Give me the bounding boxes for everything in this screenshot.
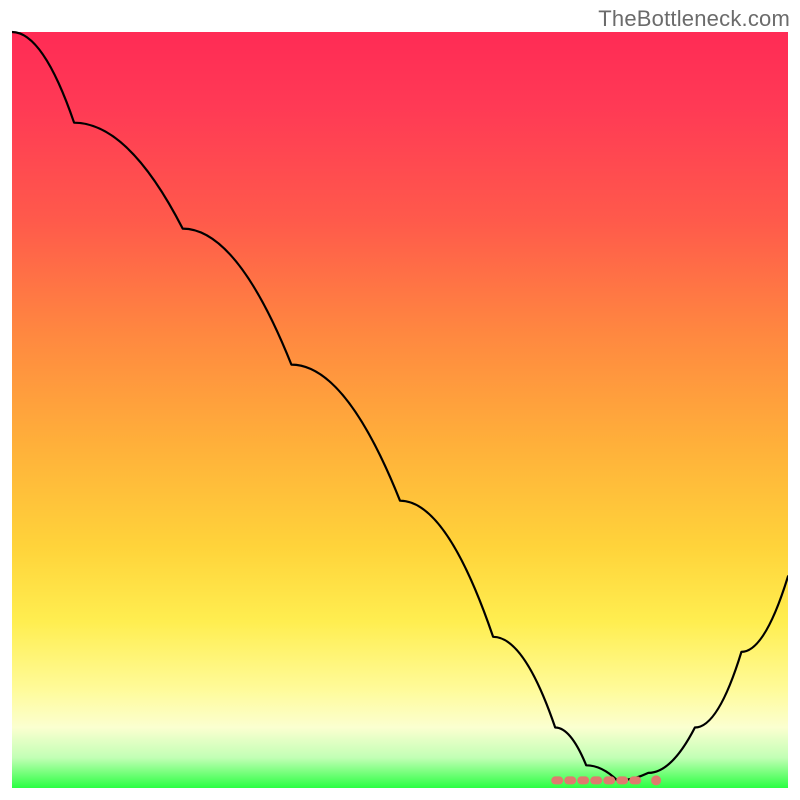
gradient-background <box>12 32 788 788</box>
watermark-text: TheBottleneck.com <box>598 6 790 32</box>
plot-area <box>12 12 788 788</box>
chart-container: TheBottleneck.com <box>0 0 800 800</box>
